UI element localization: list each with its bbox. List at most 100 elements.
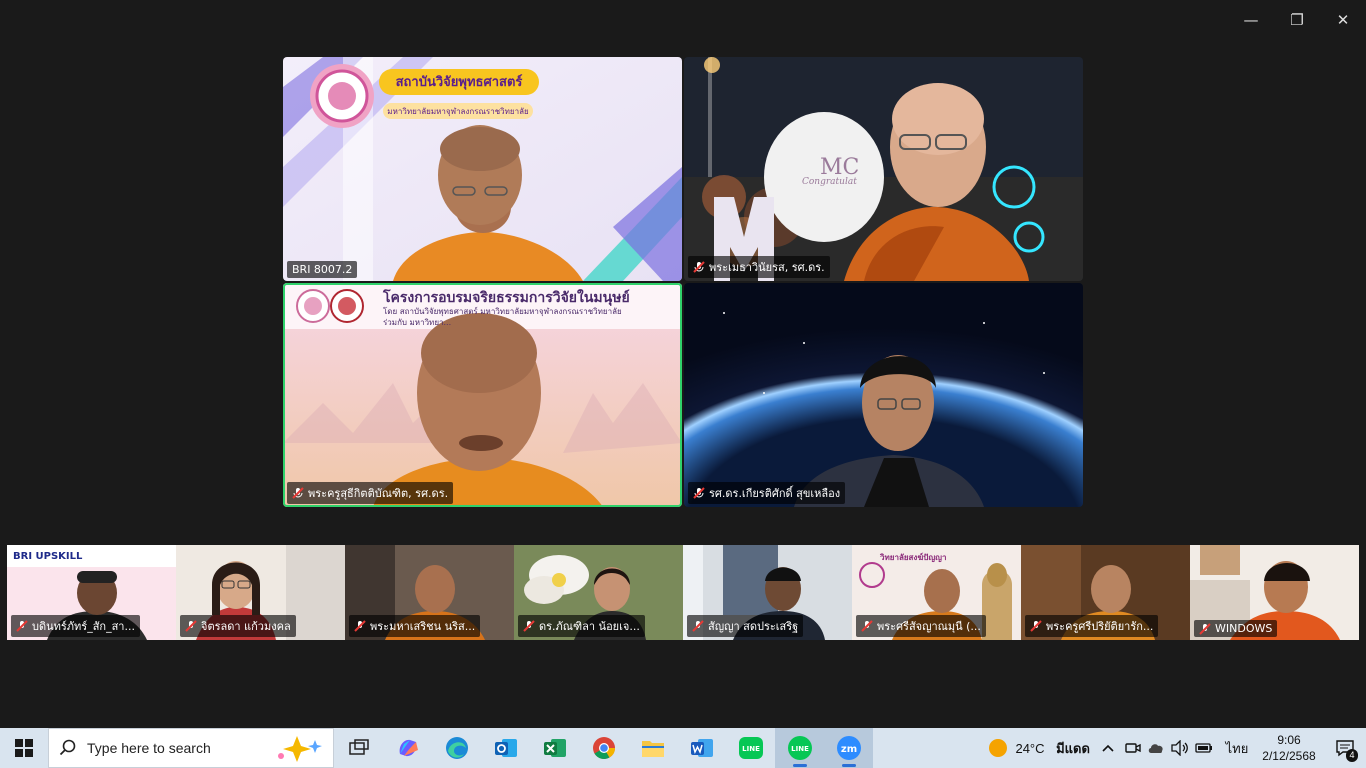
participant-name: ดร.ภัณฑิลา น้อยเจ...: [539, 620, 640, 633]
participant-name: สัญญา สดประเสริฐ: [708, 620, 799, 633]
participant-name: พระเมธาวินัยรส, รศ.ดร.: [709, 261, 825, 274]
windows-taskbar: Type here to search LINE LINE zm 24°C มี…: [0, 728, 1366, 768]
speaker-grid: สถาบันวิจัยพุทธศาสตร์ มหาวิทยาลัยมหาจุฬา…: [283, 57, 1083, 508]
participant-thumb[interactable]: BRI UPSKILL บดินทร์ภัทร์_สัก_สา...: [7, 545, 176, 640]
mic-muted-icon: [693, 261, 705, 273]
video-frame-4: [684, 283, 1083, 507]
show-hidden-icons-button[interactable]: [1094, 728, 1122, 768]
battery-icon: [1195, 743, 1212, 753]
participant-name-chip: ดร.ภัณฑิลา น้อยเจ...: [518, 615, 645, 637]
participant-name: พระครูศรีปริยัติยารัก...: [1046, 620, 1154, 633]
video-tile-1[interactable]: สถาบันวิจัยพุทธศาสตร์ มหาวิทยาลัยมหาจุฬา…: [283, 57, 682, 281]
zoom-button[interactable]: zm: [824, 728, 873, 768]
participant-strip: BRI UPSKILL บดินทร์ภัทร์_สัก_สา... จิตรล…: [7, 545, 1359, 640]
participant-name-chip: รศ.ดร.เกียรติศักดิ์ สุขเหลือง: [688, 482, 846, 504]
participant-thumb[interactable]: วิทยาลัยสงฆ์ปัญญา พระศรีสัจญาณมุนี (...: [852, 545, 1021, 640]
mic-muted-icon: [292, 487, 304, 499]
restore-button[interactable]: ❐: [1275, 6, 1319, 34]
volume-button[interactable]: [1168, 728, 1192, 768]
sparkle-highlight-icon: [278, 736, 322, 762]
participant-name: พระศรีสัจญาณมุนี (...: [877, 620, 981, 633]
sun-icon: [989, 739, 1007, 757]
clock[interactable]: 9:06 2/12/2568: [1254, 728, 1324, 768]
participant-thumb[interactable]: ดร.ภัณฑิลา น้อยเจ...: [514, 545, 683, 640]
participant-name: จิตรลดา แก้วมงคล: [201, 620, 291, 633]
thumb-banner: วิทยาลัยสงฆ์ปัญญา: [880, 553, 947, 562]
excel-button[interactable]: [530, 728, 579, 768]
close-icon: ✕: [1336, 11, 1350, 29]
participant-name: พระมหาเสริชน นริส...: [370, 620, 476, 633]
mic-muted-icon: [1199, 622, 1211, 635]
search-icon: [59, 739, 76, 756]
weather-temp: 24°C: [1015, 740, 1045, 756]
video-tile-2[interactable]: MC Congratulat พระเมธาวินัยรส, รศ.ดร.: [684, 57, 1083, 281]
banner-title: สถาบันวิจัยพุทธศาสตร์: [395, 75, 523, 90]
mic-muted-icon: [1030, 620, 1042, 632]
minimize-button[interactable]: —: [1229, 6, 1273, 34]
weather-widget[interactable]: [986, 728, 1010, 768]
participant-thumb[interactable]: WINDOWS: [1190, 545, 1359, 640]
task-view-button[interactable]: [334, 728, 383, 768]
participant-name-chip: บดินทร์ภัทร์_สัก_สา...: [11, 615, 140, 637]
video-frame-2: [684, 57, 1083, 281]
video-tile-3-active-speaker[interactable]: โครงการอบรมจริยธรรมการวิจัยในมนุษย์ โดย …: [283, 283, 682, 507]
banner-line-2: ร่วมกับ มหาวิทยา...: [383, 318, 452, 327]
speaker-icon: [1171, 740, 1188, 756]
input-language-button[interactable]: ไทย: [1216, 728, 1254, 768]
participant-name-chip: สัญญา สดประเสริฐ: [687, 615, 804, 637]
line-icon-label: LINE: [791, 745, 809, 753]
battery-button[interactable]: [1192, 728, 1216, 768]
clock-time: 9:06: [1277, 733, 1301, 747]
banner-subtitle: มหาวิทยาลัยมหาจุฬาลงกรณราชวิทยาลัย: [387, 107, 529, 116]
participant-thumb[interactable]: สัญญา สดประเสริฐ: [683, 545, 852, 640]
cloud-icon: [1148, 744, 1163, 753]
zoom-icon: zm: [836, 736, 861, 760]
edge-icon: [445, 737, 468, 759]
system-tray: 24°C มีแดด ไทย 9:06 2/12/2568 4: [986, 728, 1366, 768]
line-icon: LINE: [738, 737, 763, 759]
excel-icon: [543, 739, 566, 757]
copilot-button[interactable]: [383, 728, 432, 768]
camera-tray-button[interactable]: [1122, 728, 1144, 768]
mic-muted-icon: [185, 620, 197, 632]
participant-name-chip: พระเมธาวินัยรส, รศ.ดร.: [688, 256, 830, 278]
folder-icon: [641, 741, 664, 757]
edge-button[interactable]: [432, 728, 481, 768]
participant-thumb[interactable]: พระครูศรีปริยัติยารัก...: [1021, 545, 1190, 640]
mic-muted-icon: [16, 620, 28, 632]
participant-thumb[interactable]: พระมหาเสริชน นริส...: [345, 545, 514, 640]
mic-muted-icon: [861, 620, 873, 632]
participant-thumb[interactable]: จิตรลดา แก้วมงคล: [176, 545, 345, 640]
notification-count-badge: 4: [1346, 749, 1358, 762]
word-icon: [690, 739, 713, 757]
start-button[interactable]: [0, 728, 48, 768]
taskbar-search-box[interactable]: Type here to search: [48, 728, 334, 768]
weather-text: มีแดด: [1056, 740, 1090, 756]
participant-name-chip: จิตรลดา แก้วมงคล: [180, 615, 296, 637]
close-button[interactable]: ✕: [1321, 6, 1365, 34]
line-button[interactable]: LINE: [726, 728, 775, 768]
video-tile-4[interactable]: รศ.ดร.เกียรติศักดิ์ สุขเหลือง: [684, 283, 1083, 507]
participant-name: WINDOWS: [1215, 622, 1273, 635]
chrome-icon: [592, 737, 615, 759]
line-button-active[interactable]: LINE: [775, 728, 824, 768]
outlook-icon: [494, 739, 517, 757]
file-explorer-button[interactable]: [628, 728, 677, 768]
outlook-button[interactable]: [481, 728, 530, 768]
participant-name-chip: พระศรีสัจญาณมุนี (...: [856, 615, 986, 637]
line-icon-label: LINE: [742, 745, 760, 753]
copilot-icon: [399, 739, 418, 757]
word-button[interactable]: [677, 728, 726, 768]
participant-name: พระครูสุธีกิตติบัณฑิต, รศ.ดร.: [308, 487, 449, 500]
chrome-button[interactable]: [579, 728, 628, 768]
onedrive-button[interactable]: [1144, 728, 1168, 768]
windows-logo-icon: [15, 739, 33, 757]
chevron-up-icon: [1102, 744, 1114, 752]
notification-center-button[interactable]: 4: [1324, 728, 1366, 768]
sign-subtext: Congratulat: [802, 177, 857, 187]
zoom-icon-label: zm: [840, 744, 856, 755]
search-placeholder: Type here to search: [87, 740, 211, 756]
task-view-icon: [348, 739, 369, 755]
thumb-banner: BRI UPSKILL: [13, 551, 83, 562]
mic-muted-icon: [692, 620, 704, 632]
